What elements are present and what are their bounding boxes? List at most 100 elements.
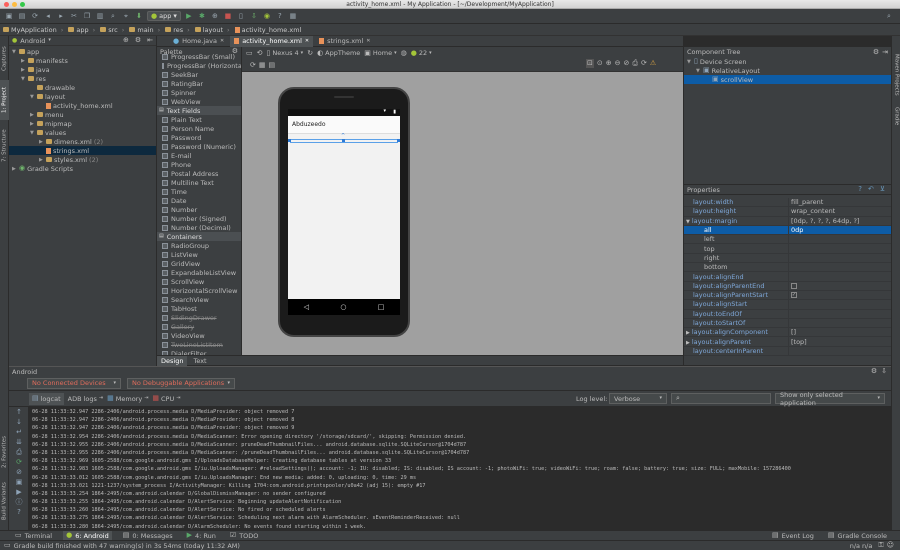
tree-item[interactable]: ▶ dimens.xml (2) [9,137,156,146]
sync-scroll-icon[interactable]: ⊕ [123,37,129,44]
property-row[interactable]: layout:alignParentEnd [684,281,891,291]
property-row[interactable]: layout:toStartOf [684,318,891,329]
layout-variants-icon[interactable]: ▭ [246,49,253,57]
project-view-select[interactable]: Android [20,37,45,45]
palette-item[interactable]: Plain Text [157,115,241,124]
tab-gradle-console[interactable]: ▤ Gradle Console [825,531,890,541]
component-tree-item[interactable]: ▣ scrollView [684,75,891,84]
close-icon[interactable]: ✕ [305,38,309,44]
open-folder-icon[interactable]: ▣ [4,11,14,21]
breadcrumb-main[interactable]: main [129,26,163,34]
close-icon[interactable]: ✕ [220,38,224,44]
process-select[interactable]: No Debuggable Applications ▾ [127,377,235,389]
tree-item[interactable]: ▼ layout [9,92,156,101]
activity-select[interactable]: ▣ Home ▾ [364,49,396,57]
palette-item[interactable]: Time [157,187,241,196]
property-row[interactable]: layout:alignParentStart ✓ [684,290,891,301]
tab-project[interactable]: 1: Project [0,80,9,120]
tab-text[interactable]: Text [189,356,210,366]
system-info-icon[interactable]: ⓘ [9,497,29,507]
tab-terminal[interactable]: ▭ Terminal [12,531,55,541]
scroll-to-end-icon[interactable]: ⇊ [9,437,29,447]
preview-refresh-icon[interactable]: ⟳ [641,60,647,67]
breadcrumb-file[interactable]: activity_home.xml [234,26,309,34]
palette-item[interactable]: ScrollView [157,277,241,286]
tree-item[interactable]: ▶ java [9,65,156,74]
property-row[interactable]: layout:toEndOf [684,309,891,319]
chevron-right-icon[interactable]: ▶ [12,166,17,172]
property-row[interactable]: all 0dp [684,225,891,236]
run-icon[interactable]: ▶ [184,11,194,21]
tab-todo[interactable]: ☑ TODO [227,531,262,541]
chevron-down-icon[interactable]: ▼ [30,130,35,136]
palette-item[interactable]: Spinner [157,88,241,97]
tool-windows-icon[interactable]: ▭ [4,542,11,549]
palette-item[interactable]: ListView [157,250,241,259]
stop-icon[interactable]: ■ [223,11,233,21]
chevron-right-icon[interactable]: ▶ [21,67,26,73]
tab-home-java[interactable]: ● Home.java ✕ [169,36,228,47]
zoom-fit-icon[interactable]: ⊡ [586,59,594,68]
chevron-right-icon[interactable]: ▶ [39,157,44,163]
search-everywhere-icon[interactable]: ⌕ [884,11,894,21]
palette-item[interactable]: ProgressBar (Horizontal) [157,61,241,70]
scrollview-selection[interactable]: ^ [288,134,400,143]
grid-icon[interactable]: ▦ [259,61,266,69]
copy-icon[interactable]: ❐ [82,11,92,21]
forward-icon[interactable]: ▸ [56,11,66,21]
zoom-out-icon[interactable]: ⊖ [615,60,621,67]
property-row[interactable]: layout:alignEnd [684,272,891,282]
cut-icon[interactable]: ✂ [69,11,79,21]
property-value[interactable] [788,346,891,356]
chevron-right-icon[interactable]: ▶ [30,112,35,118]
sync-icon[interactable]: ⟳ [30,11,40,21]
palette-item[interactable]: HorizontalScrollView [157,286,241,295]
locale-icon[interactable]: ◍ [401,49,407,57]
layout-icon[interactable]: ▤ [269,61,276,69]
resize-handle[interactable] [397,139,400,142]
property-value[interactable] [788,281,891,290]
tab-structure[interactable]: 7: Structure [0,124,9,168]
palette-item[interactable]: Number (Signed) [157,214,241,223]
chevron-down-icon[interactable]: ▾ [48,38,51,43]
tree-item[interactable]: ▶ ◉ Gradle Scripts [9,164,156,173]
debug-icon[interactable]: ✱ [197,11,207,21]
chevron-down-icon[interactable]: ▼ [30,94,35,100]
sdk-manager-icon[interactable]: ⇩ [249,11,259,21]
tab-android[interactable]: ● 6: Android [63,530,112,541]
property-row[interactable]: bottom [684,263,891,273]
checkbox-icon[interactable] [791,282,797,289]
restart-icon[interactable]: ⟳ [9,457,29,467]
resize-handle[interactable] [288,139,291,142]
chevron-down-icon[interactable]: ▼ [696,68,701,74]
log-search-input[interactable]: ⌕ [671,393,771,404]
property-row[interactable]: right [684,253,891,264]
tab-adb-logs[interactable]: ADB logs ⇥ [68,395,103,403]
property-row[interactable]: layout:height wrap_content [684,207,891,217]
help-icon[interactable]: ? [275,11,285,21]
warning-icon[interactable]: ⚠ [650,60,656,67]
avd-manager-icon[interactable]: ▯ [236,11,246,21]
api-select[interactable]: ● 22 ▾ [411,49,432,57]
property-value[interactable] [788,263,891,272]
hide-icon[interactable]: ⇥ [882,48,888,56]
screenshot-icon[interactable]: ⎙ [632,60,638,67]
palette-item[interactable]: SlidingDrawer [157,313,241,322]
settings-icon[interactable]: ⚙ [873,48,879,56]
breadcrumb-src[interactable]: src [100,26,127,34]
tab-captures[interactable]: Captures [0,40,9,78]
tab-logcat[interactable]: ▤ logcat [29,392,64,405]
palette-item[interactable]: TwoLineListItem [157,340,241,349]
palette-item[interactable]: RadioGroup [157,241,241,250]
save-icon[interactable]: ▤ [17,11,27,21]
run-config-select[interactable]: ● app ▾ [147,11,181,21]
palette-item[interactable]: GridView [157,259,241,268]
property-value[interactable]: [] [788,328,891,337]
palette-item[interactable]: Password [157,133,241,142]
palette-item[interactable]: Number (Decimal) [157,223,241,232]
palette-item[interactable]: E-mail [157,151,241,160]
property-row[interactable]: ▶ layout:alignComponent[] [684,328,891,338]
tree-item[interactable]: activity_home.xml [9,101,156,110]
event-icon[interactable]: ☺ [887,542,894,549]
property-value[interactable] [788,272,891,281]
